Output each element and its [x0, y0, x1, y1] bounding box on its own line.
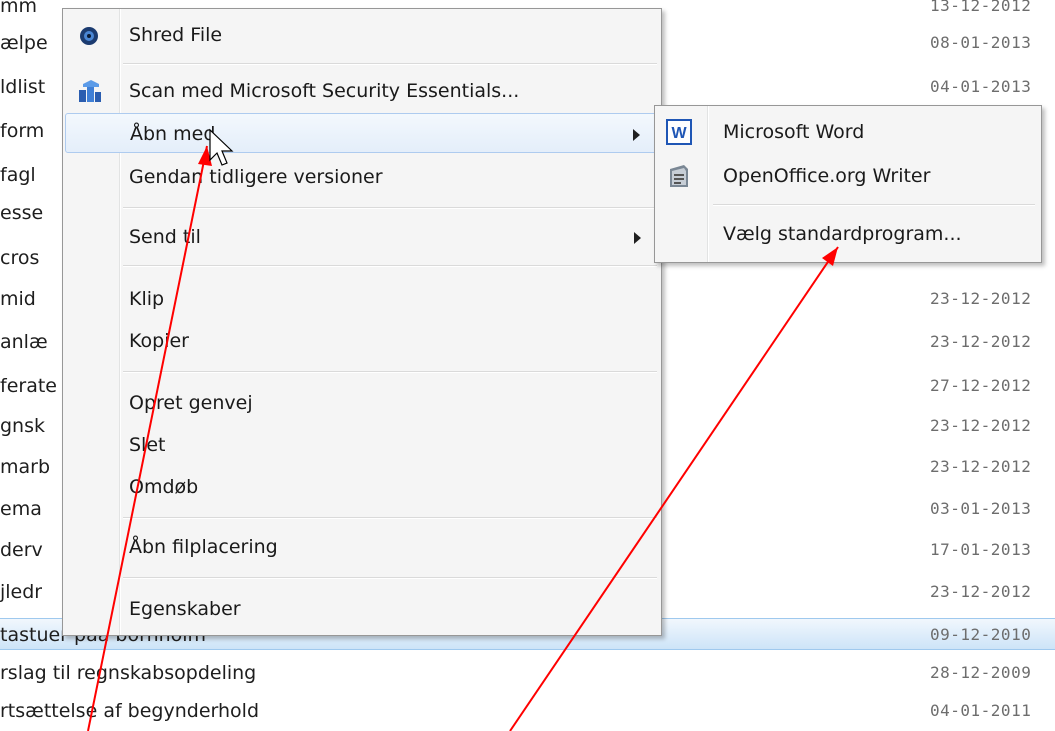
- file-date: 17-01-2013: [930, 540, 1032, 559]
- menu-item-properties[interactable]: Egenskaber: [65, 589, 659, 629]
- file-name: anlæ: [0, 331, 48, 353]
- menu-item-label: Omdøb: [129, 476, 199, 498]
- shred-icon: [77, 24, 101, 48]
- file-name: ælpe: [0, 32, 48, 54]
- word-icon: W: [666, 119, 692, 145]
- submenu-item-label: Microsoft Word: [723, 121, 865, 143]
- file-date: 27-12-2012: [930, 376, 1032, 395]
- menu-item-label: Scan med Microsoft Security Essentials..…: [129, 80, 520, 102]
- submenu-arrow-icon: [633, 129, 640, 141]
- file-date: 23-12-2012: [930, 416, 1032, 435]
- file-name: esse: [0, 202, 44, 224]
- menu-item-label: Shred File: [129, 24, 223, 46]
- file-name: form: [0, 120, 45, 142]
- menu-item-copy[interactable]: Kopier: [65, 321, 659, 361]
- menu-item-label: Slet: [129, 434, 166, 456]
- file-date: 13-12-2012: [930, 0, 1032, 15]
- menu-separator: [123, 577, 657, 579]
- submenu-arrow-icon: [634, 232, 641, 244]
- menu-separator: [123, 371, 657, 373]
- file-name: cros: [0, 247, 40, 269]
- file-name: ema: [0, 498, 42, 520]
- file-row[interactable]: rtsættelse af begynderhold 04-01-2011: [0, 695, 1055, 727]
- submenu-item-label: Vælg standardprogram...: [723, 223, 962, 245]
- file-name: ferate: [0, 375, 57, 397]
- context-menu: Shred File Scan med Microsoft Security E…: [62, 8, 662, 636]
- file-name: jledr: [0, 581, 43, 603]
- menu-item-label: Gendan tidligere versioner: [129, 166, 383, 188]
- file-name: mm: [0, 0, 38, 17]
- openoffice-writer-icon: [666, 163, 692, 189]
- menu-item-shred-file[interactable]: Shred File: [65, 15, 659, 55]
- menu-separator: [123, 517, 657, 519]
- svg-text:W: W: [671, 125, 687, 142]
- submenu-item-choose-default-program[interactable]: Vælg standardprogram...: [657, 212, 1039, 256]
- menu-item-label: Send til: [129, 226, 201, 248]
- file-name: gnsk: [0, 415, 46, 437]
- file-name: rtsættelse af begynderhold: [0, 700, 260, 722]
- file-date: 04-01-2011: [930, 701, 1032, 720]
- submenu-item-microsoft-word[interactable]: W Microsoft Word: [657, 110, 1039, 154]
- menu-item-delete[interactable]: Slet: [65, 425, 659, 465]
- menu-item-scan-security-essentials[interactable]: Scan med Microsoft Security Essentials..…: [65, 71, 659, 111]
- file-name: derv: [0, 539, 43, 561]
- file-date: 04-01-2013: [930, 77, 1032, 96]
- file-date: 03-01-2013: [930, 499, 1032, 518]
- file-date: 23-12-2012: [930, 332, 1032, 351]
- file-name: mid: [0, 288, 36, 310]
- security-essentials-icon: [77, 80, 101, 104]
- menu-item-label: Egenskaber: [129, 598, 241, 620]
- submenu-item-label: OpenOffice.org Writer: [723, 165, 931, 187]
- file-date: 23-12-2012: [930, 582, 1032, 601]
- file-date: 23-12-2012: [930, 457, 1032, 476]
- file-name: marb: [0, 456, 51, 478]
- menu-item-label: Opret genvej: [129, 392, 253, 414]
- file-date: 09-12-2010: [930, 625, 1032, 644]
- menu-item-create-shortcut[interactable]: Opret genvej: [65, 383, 659, 423]
- menu-item-cut[interactable]: Klip: [65, 279, 659, 319]
- menu-item-restore-previous-versions[interactable]: Gendan tidligere versioner: [65, 157, 659, 197]
- menu-item-label: Åbn filplacering: [129, 536, 278, 558]
- menu-item-label: Klip: [129, 288, 165, 310]
- menu-item-send-to[interactable]: Send til: [65, 217, 659, 257]
- menu-separator: [123, 63, 657, 65]
- file-date: 28-12-2009: [930, 663, 1032, 682]
- menu-item-open-with[interactable]: Åbn med: [65, 113, 659, 153]
- file-row[interactable]: rslag til regnskabsopdeling 28-12-2009: [0, 657, 1055, 689]
- submenu-item-openoffice-writer[interactable]: OpenOffice.org Writer: [657, 154, 1039, 198]
- menu-item-open-file-location[interactable]: Åbn filplacering: [65, 527, 659, 567]
- menu-item-rename[interactable]: Omdøb: [65, 467, 659, 507]
- menu-separator: [123, 265, 657, 267]
- menu-separator: [123, 207, 657, 209]
- open-with-submenu: W Microsoft Word OpenOffice.org Writer V…: [654, 105, 1042, 263]
- file-name: rslag til regnskabsopdeling: [0, 662, 257, 684]
- file-date: 08-01-2013: [930, 33, 1032, 52]
- submenu-separator: [713, 204, 1035, 206]
- file-name: fagl: [0, 164, 36, 186]
- file-date: 23-12-2012: [930, 289, 1032, 308]
- file-name: ldlist: [0, 76, 46, 98]
- menu-item-label: Kopier: [129, 330, 189, 352]
- menu-item-label: Åbn med: [130, 123, 216, 145]
